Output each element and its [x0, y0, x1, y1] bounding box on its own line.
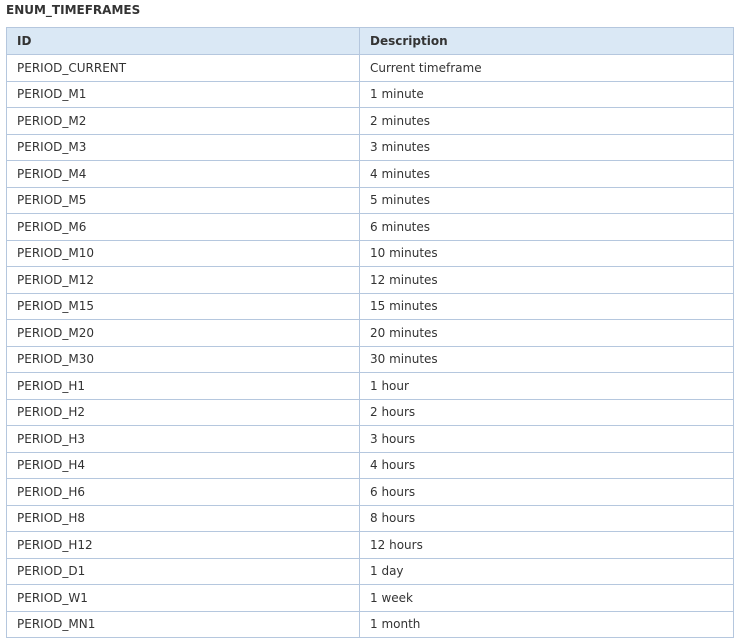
table-row: PERIOD_H2 2 hours — [6, 398, 734, 426]
cell-id: PERIOD_H6 — [6, 478, 360, 506]
cell-id: PERIOD_H1 — [6, 372, 360, 400]
table-row: PERIOD_M2 2 minutes — [6, 107, 734, 135]
table-row: PERIOD_H4 4 hours — [6, 451, 734, 479]
cell-id: PERIOD_M12 — [6, 266, 360, 294]
table-row: PERIOD_H3 3 hours — [6, 425, 734, 453]
section-title: ENUM_TIMEFRAMES — [6, 3, 141, 17]
cell-description: 4 minutes — [359, 160, 734, 188]
table-row: PERIOD_M12 12 minutes — [6, 266, 734, 294]
table-row: PERIOD_D1 1 day — [6, 557, 734, 585]
cell-id: PERIOD_M30 — [6, 345, 360, 373]
cell-description: 6 minutes — [359, 213, 734, 241]
cell-id: PERIOD_M4 — [6, 160, 360, 188]
cell-description: 1 hour — [359, 372, 734, 400]
cell-id: PERIOD_W1 — [6, 584, 360, 612]
cell-description: 2 minutes — [359, 107, 734, 135]
page: ENUM_TIMEFRAMES ID Description PERIOD_CU… — [0, 0, 737, 643]
cell-description: 12 hours — [359, 531, 734, 559]
cell-id: PERIOD_MN1 — [6, 610, 360, 638]
cell-description: 12 minutes — [359, 266, 734, 294]
table-row: PERIOD_M5 5 minutes — [6, 186, 734, 214]
cell-description: 1 week — [359, 584, 734, 612]
cell-id: PERIOD_M20 — [6, 319, 360, 347]
cell-id: PERIOD_CURRENT — [6, 54, 360, 82]
cell-id: PERIOD_M3 — [6, 133, 360, 161]
cell-id: PERIOD_M6 — [6, 213, 360, 241]
table-row: PERIOD_M20 20 minutes — [6, 319, 734, 347]
table-row: PERIOD_MN1 1 month — [6, 610, 734, 638]
cell-description: 4 hours — [359, 451, 734, 479]
table-header: ID Description — [6, 27, 734, 55]
table-row: PERIOD_H1 1 hour — [6, 372, 734, 400]
cell-description: 20 minutes — [359, 319, 734, 347]
cell-id: PERIOD_H12 — [6, 531, 360, 559]
cell-description: 10 minutes — [359, 239, 734, 267]
cell-description: 1 month — [359, 610, 734, 638]
header-row: ID Description — [6, 27, 734, 55]
cell-description: 30 minutes — [359, 345, 734, 373]
table-row: PERIOD_M30 30 minutes — [6, 345, 734, 373]
table-row: PERIOD_M3 3 minutes — [6, 133, 734, 161]
cell-id: PERIOD_M10 — [6, 239, 360, 267]
cell-id: PERIOD_D1 — [6, 557, 360, 585]
cell-id: PERIOD_H2 — [6, 398, 360, 426]
table-row: PERIOD_M10 10 minutes — [6, 239, 734, 267]
table-row: PERIOD_H8 8 hours — [6, 504, 734, 532]
cell-id: PERIOD_M2 — [6, 107, 360, 135]
cell-description: Current timeframe — [359, 54, 734, 82]
cell-description: 5 minutes — [359, 186, 734, 214]
column-header-description: Description — [359, 27, 734, 55]
cell-description: 3 minutes — [359, 133, 734, 161]
table-row: PERIOD_H6 6 hours — [6, 478, 734, 506]
cell-id: PERIOD_H4 — [6, 451, 360, 479]
cell-description: 8 hours — [359, 504, 734, 532]
table-row: PERIOD_M1 1 minute — [6, 80, 734, 108]
table-row: PERIOD_M15 15 minutes — [6, 292, 734, 320]
cell-id: PERIOD_M5 — [6, 186, 360, 214]
cell-description: 1 minute — [359, 80, 734, 108]
table-row: PERIOD_H12 12 hours — [6, 531, 734, 559]
table-row: PERIOD_M6 6 minutes — [6, 213, 734, 241]
table-body: PERIOD_CURRENT Current timeframe PERIOD_… — [6, 54, 734, 638]
cell-id: PERIOD_H3 — [6, 425, 360, 453]
cell-id: PERIOD_M15 — [6, 292, 360, 320]
cell-description: 15 minutes — [359, 292, 734, 320]
cell-id: PERIOD_M1 — [6, 80, 360, 108]
table-row: PERIOD_CURRENT Current timeframe — [6, 54, 734, 82]
column-header-id: ID — [6, 27, 360, 55]
cell-description: 1 day — [359, 557, 734, 585]
enum-timeframes-table: ID Description PERIOD_CURRENT Current ti… — [6, 27, 734, 638]
cell-description: 3 hours — [359, 425, 734, 453]
cell-description: 2 hours — [359, 398, 734, 426]
table-row: PERIOD_M4 4 minutes — [6, 160, 734, 188]
cell-id: PERIOD_H8 — [6, 504, 360, 532]
cell-description: 6 hours — [359, 478, 734, 506]
table-row: PERIOD_W1 1 week — [6, 584, 734, 612]
